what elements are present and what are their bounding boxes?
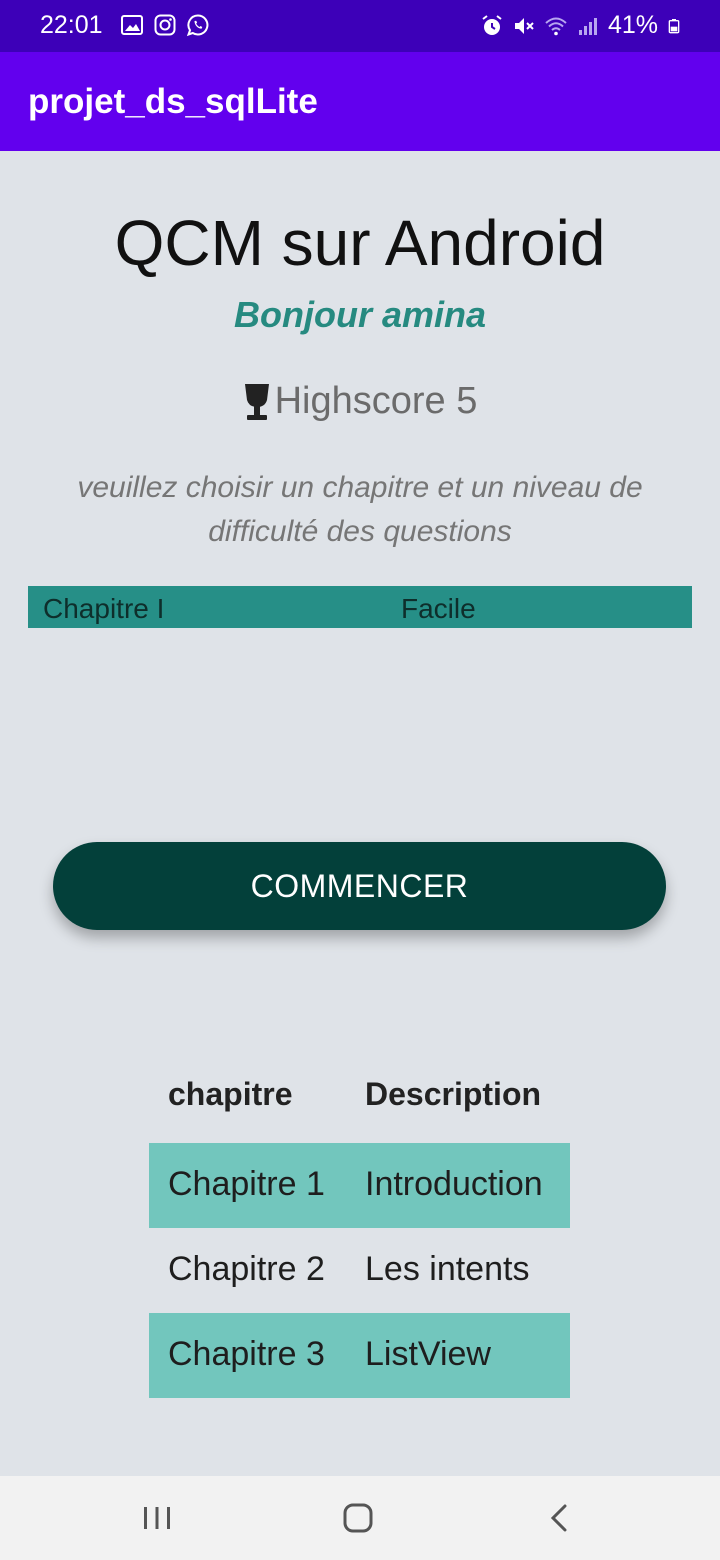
home-icon[interactable] [338, 1498, 378, 1538]
app-title: projet_ds_sqlLite [28, 82, 318, 121]
start-button[interactable]: COMMENCER [53, 842, 666, 930]
table-cell-chapter: Chapitre 1 [168, 1165, 325, 1203]
navigation-bar [0, 1476, 720, 1560]
highscore: Highscore 5 [0, 380, 720, 423]
wifi-icon [545, 17, 567, 35]
battery-icon [668, 18, 680, 33]
highscore-label: Highscore 5 [274, 380, 478, 422]
whatsapp-icon [186, 14, 209, 37]
selection-row: Chapitre I Facile [28, 586, 692, 628]
page-title: QCM sur Android [114, 207, 606, 279]
system-status-icons: 41% [480, 11, 682, 40]
table-row: Chapitre 1 Introduction [149, 1143, 570, 1228]
table-row: Chapitre 2 Les intents [149, 1228, 570, 1313]
back-icon[interactable] [540, 1498, 580, 1538]
header-description: Description [365, 1076, 542, 1112]
greeting-text: Bonjour amina [233, 294, 487, 335]
mute-icon [514, 17, 534, 34]
image-icon [121, 15, 143, 35]
status-bar: 22:01 41% [0, 0, 720, 52]
chapter-select[interactable]: Chapitre I [43, 593, 164, 625]
notification-icons [120, 13, 210, 37]
battery-percent: 41% [607, 11, 658, 39]
chapters-table: chapitre Description Chapitre 1 Introduc… [149, 1058, 570, 1398]
trophy-cup-icon [244, 383, 269, 420]
instructions-text: veuillez choisir un chapitre et un nivea… [77, 471, 643, 548]
table-cell-chapter: Chapitre 2 [168, 1250, 325, 1288]
table-cell-description: Les intents [365, 1250, 530, 1288]
signal-icon [578, 17, 597, 35]
app-bar: projet_ds_sqlLite [0, 52, 720, 151]
table-cell-chapter: Chapitre 3 [168, 1335, 325, 1373]
difficulty-select[interactable]: Facile [401, 593, 476, 625]
table-cell-description: Introduction [365, 1165, 543, 1203]
table-row: Chapitre 3 ListView [149, 1313, 570, 1398]
alarm-icon [482, 14, 502, 35]
table-cell-description: ListView [365, 1335, 491, 1373]
recents-icon[interactable] [137, 1498, 177, 1538]
instagram-icon [154, 14, 176, 36]
table-header: chapitre Description [149, 1058, 570, 1143]
status-time: 22:01 [40, 11, 103, 39]
header-chapitre: chapitre [168, 1076, 293, 1112]
